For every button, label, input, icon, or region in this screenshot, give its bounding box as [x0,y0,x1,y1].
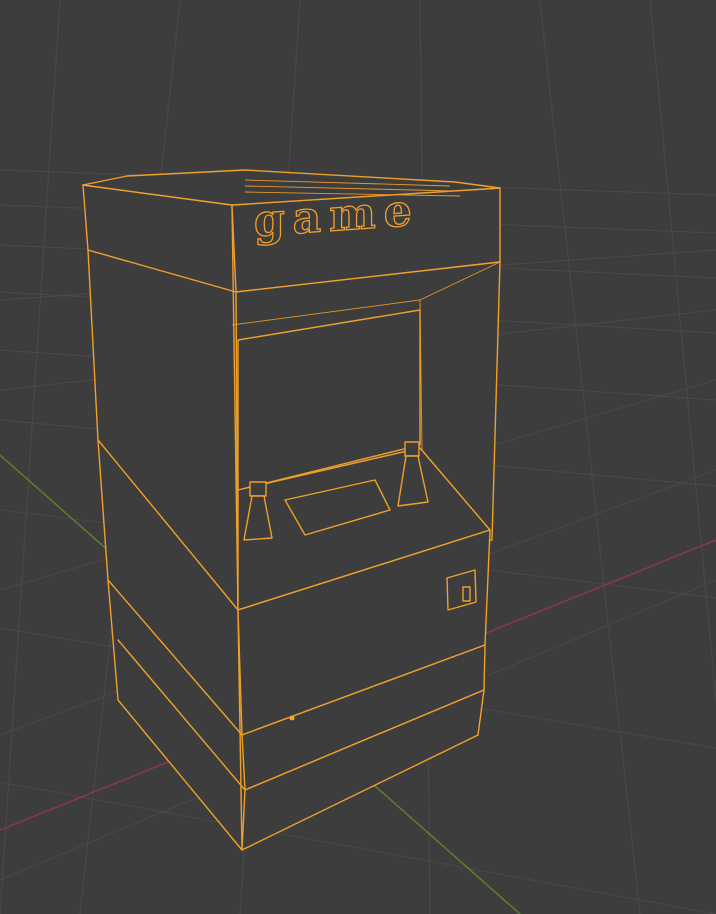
viewport-canvas[interactable]: game [0,0,716,914]
arcade-cabinet[interactable]: game [82,169,501,851]
object-origin-dot[interactable] [289,715,295,721]
3d-viewport[interactable]: game [0,0,716,914]
